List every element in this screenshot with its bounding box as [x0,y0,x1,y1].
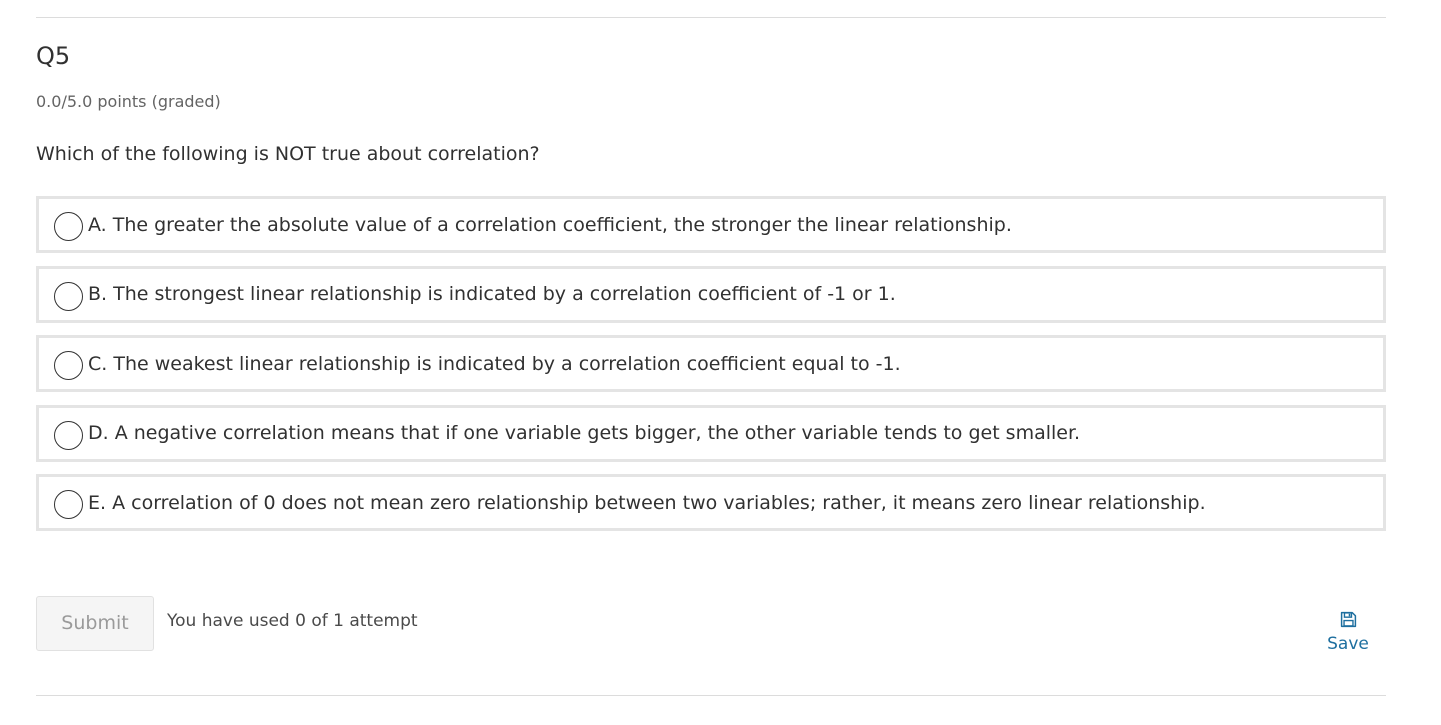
choice-label: B. The strongest linear relationship is … [88,283,896,305]
choice-option-b[interactable]: B. The strongest linear relationship is … [36,265,1386,323]
choice-label: A. The greater the absolute value of a c… [88,213,1012,236]
choice-list: A. The greater the absolute value of a c… [36,196,1386,544]
radio-button[interactable] [54,281,83,311]
save-label: Save [1327,634,1369,654]
floppy-disk-icon [1340,611,1356,628]
choice-option-a[interactable]: A. The greater the absolute value of a c… [36,196,1386,253]
choice-label: C. The weakest linear relationship is in… [88,352,901,375]
choice-label: E. A correlation of 0 does not mean zero… [88,491,1206,514]
question-points: 0.0/5.0 points (graded) [36,92,221,111]
save-button[interactable]: Save [1322,611,1374,659]
submit-button[interactable]: Submit [36,596,154,651]
choice-option-e[interactable]: E. A correlation of 0 does not mean zero… [36,474,1386,531]
radio-button[interactable] [54,212,83,241]
top-divider [36,17,1386,18]
bottom-divider [36,695,1386,696]
choice-option-c[interactable]: C. The weakest linear relationship is in… [36,335,1386,392]
choice-option-d[interactable]: D. A negative correlation means that if … [36,404,1386,462]
attempts-status: You have used 0 of 1 attempt [167,611,418,631]
question-title: Q5 [36,42,71,70]
choice-label: D. A negative correlation means that if … [88,422,1081,444]
radio-button[interactable] [54,420,83,450]
radio-button[interactable] [54,351,83,380]
question-prompt: Which of the following is NOT true about… [36,143,540,165]
radio-button[interactable] [54,490,83,519]
